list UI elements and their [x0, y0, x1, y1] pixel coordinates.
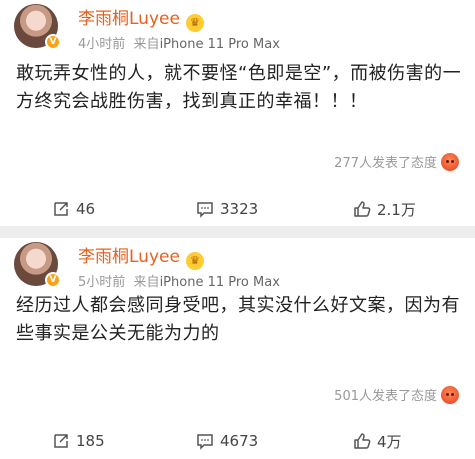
- reaction-summary[interactable]: 501人发表了态度: [334, 385, 459, 404]
- angry-emoji-icon: [441, 386, 459, 404]
- post-time: 4小时前: [78, 37, 126, 52]
- post-meta: 5小时前 来自iPhone 11 Pro Max: [78, 271, 280, 290]
- verified-badge-icon: V: [45, 272, 61, 288]
- post-device: iPhone 11 Pro Max: [159, 37, 280, 52]
- angry-emoji-icon: [441, 153, 459, 171]
- post-content: 敢玩弄女性的人，就不要怪“色即是空”，而被伤害的一方终究会战胜伤害，找到真正的幸…: [16, 63, 462, 112]
- comment-count: 4673: [220, 432, 259, 450]
- comment-button[interactable]: 3323: [196, 194, 258, 224]
- repost-icon: [54, 434, 68, 448]
- like-count: 4万: [377, 432, 402, 451]
- author-name[interactable]: 李雨桐Luyee ♛: [78, 4, 204, 32]
- post-meta: 4小时前 来自iPhone 11 Pro Max: [78, 33, 280, 52]
- like-count: 2.1万: [377, 200, 416, 219]
- source-prefix: 来自: [133, 37, 160, 52]
- verified-badge-icon: V: [45, 34, 61, 50]
- like-button[interactable]: 2.1万: [353, 194, 416, 224]
- action-bar: 46 3323 2.1万: [0, 194, 475, 224]
- weibo-post-1: V 李雨桐Luyee ♛ 4小时前 来自iPhone 11 Pro Max 敢玩弄…: [0, 0, 475, 226]
- post-separator: [0, 226, 475, 238]
- member-crown-icon: ♛: [185, 14, 204, 32]
- avatar[interactable]: V: [14, 4, 61, 50]
- action-bar: 185 4673 4万: [0, 426, 475, 456]
- like-icon: [354, 433, 371, 449]
- comment-icon: [197, 202, 213, 218]
- weibo-post-2: V 李雨桐Luyee ♛ 5小时前 来自iPhone 11 Pro Max 经历过…: [0, 238, 475, 459]
- member-crown-icon: ♛: [185, 252, 204, 270]
- post-device: iPhone 11 Pro Max: [159, 275, 280, 290]
- avatar[interactable]: V: [14, 242, 61, 288]
- repost-button[interactable]: 185: [52, 426, 105, 456]
- repost-count: 185: [76, 432, 105, 450]
- comment-button[interactable]: 4673: [196, 426, 258, 456]
- repost-button[interactable]: 46: [52, 194, 95, 224]
- reaction-summary[interactable]: 277人发表了态度: [334, 152, 459, 171]
- author-name[interactable]: 李雨桐Luyee ♛: [78, 242, 204, 270]
- like-icon: [354, 201, 371, 217]
- repost-count: 46: [76, 200, 96, 218]
- comment-count: 3323: [220, 200, 259, 218]
- post-time: 5小时前: [78, 275, 126, 290]
- comment-icon: [197, 434, 213, 450]
- repost-icon: [54, 202, 68, 216]
- source-prefix: 来自: [133, 275, 160, 290]
- like-button[interactable]: 4万: [353, 426, 402, 456]
- post-content: 经历过人都会感同身受吧，其实没什么好文案，因为有些事实是公关无能为力的: [16, 295, 460, 344]
